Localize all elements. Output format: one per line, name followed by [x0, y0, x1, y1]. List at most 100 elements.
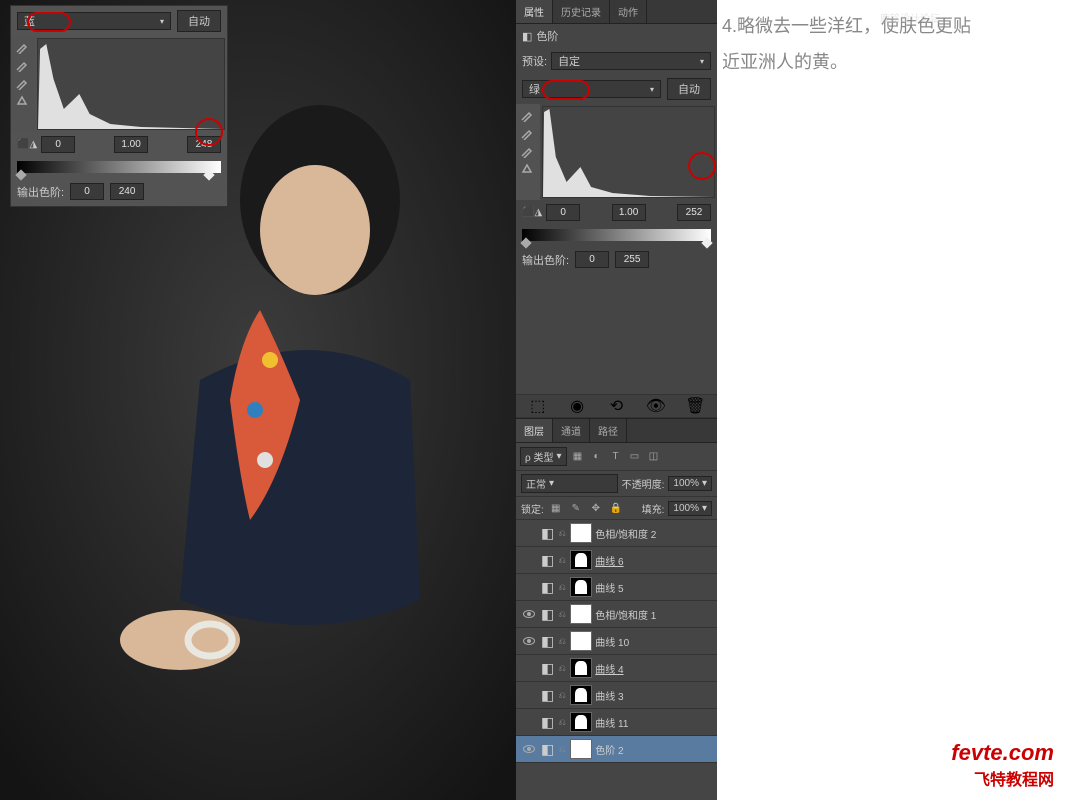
layer-name[interactable]: 色相/饱和度 1	[595, 607, 656, 622]
adjustment-layer-icon: ◧	[541, 741, 554, 758]
chevron-down-icon: ▾	[650, 85, 654, 94]
filter-type-dropdown[interactable]: ρ 类型 ▾	[520, 447, 567, 466]
input-white-field[interactable]: 248	[187, 136, 221, 153]
layer-name[interactable]: 曲线 10	[595, 634, 629, 649]
preset-dropdown[interactable]: 自定 ▾	[551, 52, 711, 70]
layer-name[interactable]: 曲线 6	[595, 553, 623, 568]
visibility-toggle[interactable]	[520, 740, 538, 758]
filter-adjust-icon[interactable]: ◐	[589, 449, 605, 465]
clip-to-layer-icon[interactable]: ⬚	[529, 397, 547, 415]
layer-row[interactable]: ◧⎌曲线 5	[516, 574, 717, 601]
eye-icon	[523, 610, 535, 618]
output-black-field[interactable]: 0	[575, 251, 609, 268]
eyedropper-black-icon[interactable]	[518, 108, 536, 122]
visibility-toggle[interactable]	[520, 605, 538, 623]
eyedropper-gray-icon[interactable]	[13, 58, 31, 72]
layer-row[interactable]: ◧⎌色相/饱和度 1	[516, 601, 717, 628]
lock-pixels-icon[interactable]: ▦	[548, 500, 564, 516]
eye-icon	[523, 745, 535, 753]
channel-dropdown-green[interactable]: 绿 ▾	[522, 80, 661, 98]
reset-icon[interactable]: ⟲	[607, 397, 625, 415]
visibility-toggle[interactable]	[520, 632, 538, 650]
link-icon: ⎌	[557, 636, 567, 647]
output-white-field[interactable]: 240	[110, 183, 144, 200]
eyedropper-white-icon[interactable]	[518, 144, 536, 158]
filter-pixel-icon[interactable]: ▦	[570, 449, 586, 465]
layer-row[interactable]: ◧⎌曲线 3	[516, 682, 717, 709]
output-white-field[interactable]: 255	[615, 251, 649, 268]
preset-value: 自定	[558, 53, 580, 69]
visibility-toggle[interactable]	[520, 686, 538, 704]
blend-mode-row: 正常 ▾ 不透明度: 100% ▾	[516, 471, 717, 497]
layer-mask-thumbnail[interactable]	[570, 523, 592, 543]
watermark-logo: fevte.com	[951, 740, 1054, 766]
view-previous-icon[interactable]: ◉	[568, 397, 586, 415]
layer-row[interactable]: ◧⎌曲线 11	[516, 709, 717, 736]
output-gradient-slider[interactable]	[522, 229, 711, 241]
eyedropper-gray-icon[interactable]	[518, 126, 536, 140]
layer-name[interactable]: 曲线 3	[595, 688, 623, 703]
input-black-field[interactable]: 0	[546, 204, 580, 221]
histogram-display[interactable]	[37, 38, 225, 130]
layer-mask-thumbnail[interactable]	[570, 604, 592, 624]
input-white-field[interactable]: 252	[677, 204, 711, 221]
input-black-field[interactable]: 0	[41, 136, 75, 153]
output-black-field[interactable]: 0	[70, 183, 104, 200]
tab-channels[interactable]: 通道	[553, 419, 590, 442]
eyedropper-black-icon[interactable]	[13, 40, 31, 54]
tab-properties[interactable]: 属性	[516, 0, 553, 23]
visibility-toggle[interactable]	[520, 524, 538, 542]
layer-mask-thumbnail[interactable]	[570, 577, 592, 597]
lock-move-icon[interactable]: ✥	[588, 500, 604, 516]
toggle-visibility-icon[interactable]: 👁	[647, 397, 665, 415]
input-mid-field[interactable]: 1.00	[612, 204, 646, 221]
layer-mask-thumbnail[interactable]	[570, 550, 592, 570]
visibility-toggle[interactable]	[520, 578, 538, 596]
layer-row[interactable]: ◧⎌曲线 4	[516, 655, 717, 682]
layer-name[interactable]: 色相/饱和度 2	[595, 526, 656, 541]
eyedropper-white-icon[interactable]	[13, 76, 31, 90]
output-gradient-slider[interactable]	[17, 161, 221, 173]
trash-icon[interactable]: 🗑	[686, 397, 704, 415]
filter-shape-icon[interactable]: ▭	[627, 449, 643, 465]
layer-name[interactable]: 曲线 11	[595, 715, 628, 730]
layer-mask-thumbnail[interactable]	[570, 739, 592, 759]
opacity-dropdown[interactable]: 100% ▾	[668, 476, 712, 491]
input-mid-field[interactable]: 1.00	[114, 136, 148, 153]
lock-all-icon[interactable]: 🔒	[608, 500, 624, 516]
visibility-toggle[interactable]	[520, 713, 538, 731]
channel-dropdown-blue[interactable]: 蓝 ▾	[17, 12, 171, 30]
watermark-cn: 飞特教程网	[951, 766, 1054, 790]
tab-history[interactable]: 历史记录	[553, 0, 610, 23]
layers-panel: 图层 通道 路径 ρ 类型 ▾ ▦ ◐ T ▭ ◫ 正常 ▾ 不透明度: 100…	[516, 418, 717, 763]
tab-actions[interactable]: 动作	[610, 0, 647, 23]
fill-dropdown[interactable]: 100% ▾	[668, 501, 712, 516]
blend-mode-dropdown[interactable]: 正常 ▾	[521, 474, 618, 493]
sample-icon[interactable]	[13, 94, 31, 108]
layer-name[interactable]: 曲线 4	[595, 661, 623, 676]
layer-mask-thumbnail[interactable]	[570, 631, 592, 651]
layer-row[interactable]: ◧⎌曲线 6	[516, 547, 717, 574]
tab-paths[interactable]: 路径	[590, 419, 627, 442]
auto-button[interactable]: 自动	[177, 10, 221, 32]
layer-mask-thumbnail[interactable]	[570, 658, 592, 678]
filter-smart-icon[interactable]: ◫	[646, 449, 662, 465]
visibility-toggle[interactable]	[520, 551, 538, 569]
layer-row[interactable]: ◧⎌曲线 10	[516, 628, 717, 655]
layer-name[interactable]: 曲线 5	[595, 580, 623, 595]
visibility-toggle[interactable]	[520, 659, 538, 677]
layer-mask-thumbnail[interactable]	[570, 712, 592, 732]
layer-row[interactable]: ◧⎌色相/饱和度 2	[516, 520, 717, 547]
lock-brush-icon[interactable]: ✎	[568, 500, 584, 516]
layer-mask-thumbnail[interactable]	[570, 685, 592, 705]
auto-button[interactable]: 自动	[667, 78, 711, 100]
filter-text-icon[interactable]: T	[608, 449, 624, 465]
histogram-display[interactable]	[542, 106, 715, 198]
sample-icon[interactable]	[518, 162, 536, 176]
layer-name[interactable]: 色阶 2	[595, 742, 623, 757]
properties-panel: 属性 历史记录 动作 ◧ 色阶 预设: 自定 ▾ 绿 ▾ 自动	[516, 0, 717, 418]
link-icon: ⎌	[557, 528, 567, 539]
layer-row[interactable]: ◧⎌色阶 2	[516, 736, 717, 763]
adjustment-layer-icon: ◧	[541, 552, 554, 569]
tab-layers[interactable]: 图层	[516, 419, 553, 442]
